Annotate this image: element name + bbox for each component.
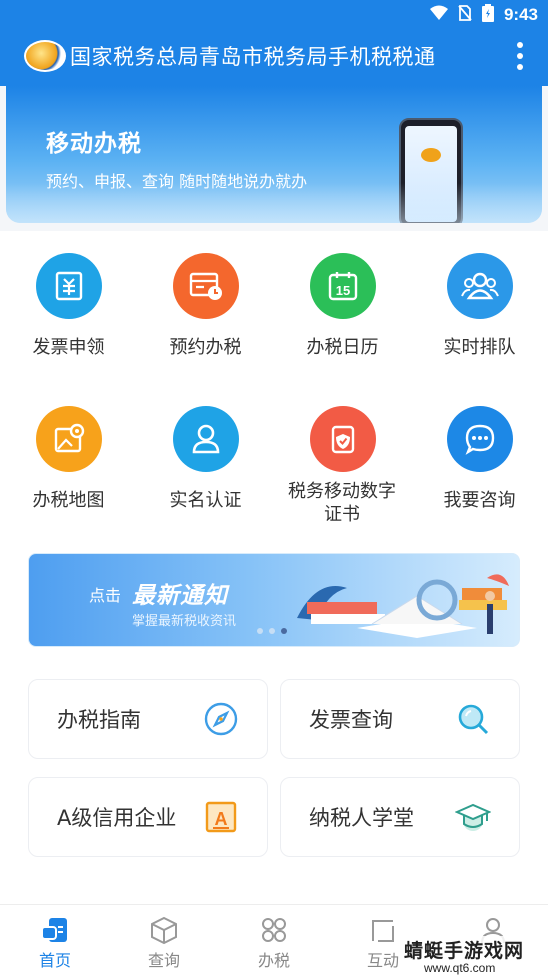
carousel-dot-active[interactable] — [281, 628, 287, 634]
carousel-dot[interactable] — [269, 628, 275, 634]
credit-a-icon: A — [203, 799, 239, 835]
grid-label: 我要咨询 — [443, 490, 516, 511]
more-vertical-icon[interactable] — [516, 42, 524, 70]
watermark: 蜻蜓手游戏网 www.qt6.com — [404, 936, 544, 975]
service-card-invoice-query[interactable]: 发票查询 — [280, 679, 520, 759]
watermark-line2: www.qt6.com — [424, 961, 496, 975]
news-banner[interactable]: 点击 最新通知 掌握最新税收资讯 — [28, 553, 520, 647]
banner-title: 移动办税 — [46, 131, 142, 157]
battery-icon — [481, 4, 494, 26]
tab-label: 查询 — [147, 951, 180, 970]
tab-label: 首页 — [38, 951, 71, 970]
svg-text:A: A — [215, 809, 228, 829]
clock: 9:43 — [503, 5, 538, 24]
hero-banner[interactable]: 移动办税 预约、申报、查询 随时随地说办就办 — [0, 86, 548, 231]
grid-item-consult[interactable]: 我要咨询 — [411, 406, 548, 512]
watermark-line1: 蜻蜓手游戏网 — [404, 940, 525, 962]
banner-subtitle: 预约、申报、查询 随时随地说办就办 — [46, 172, 308, 191]
grid-label: 办税地图 — [32, 490, 105, 511]
tab-home[interactable]: 首页 — [0, 905, 110, 976]
graduation-cap-icon — [455, 799, 491, 835]
books-illustration — [297, 574, 509, 638]
chat-icon — [446, 406, 513, 472]
home-icon — [40, 915, 70, 945]
grid-item-invoice-apply[interactable]: 发票申领 — [0, 253, 137, 359]
app-title: 国家税务总局青岛市税务局手机税税通 — [70, 45, 436, 69]
no-sim-icon — [458, 5, 472, 25]
grid-item-tax-calendar[interactable]: 15 办税日历 — [274, 253, 411, 359]
invoice-icon — [35, 253, 102, 319]
queue-icon — [446, 253, 513, 319]
banner-card[interactable]: 移动办税 预约、申报、查询 随时随地说办就办 — [6, 86, 542, 223]
service-card-tax-guide[interactable]: 办税指南 — [28, 679, 268, 759]
app-bar: 国家税务总局青岛市税务局手机税税通 — [0, 26, 548, 86]
carousel-indicator — [257, 628, 287, 634]
phone-illustration — [399, 118, 463, 223]
service-card-a-credit[interactable]: A级信用企业 A — [28, 777, 268, 857]
interaction-icon — [368, 915, 398, 945]
status-bar: 9:43 — [0, 0, 548, 26]
person-icon — [172, 406, 239, 472]
banner-news-subtitle: 掌握最新税收资讯 — [132, 614, 237, 629]
appointment-icon — [172, 253, 239, 319]
tab-label: 办税 — [257, 951, 290, 970]
certificate-shield-icon — [309, 406, 376, 472]
grid-item-appointment[interactable]: 预约办税 — [137, 253, 274, 359]
banner-news-title: 最新通知 — [132, 583, 228, 609]
tab-tax-service[interactable]: 办税 — [219, 905, 329, 976]
carousel-dot[interactable] — [257, 628, 263, 634]
service-label: A级信用企业 — [57, 806, 177, 830]
grid-item-live-queue[interactable]: 实时排队 — [411, 253, 548, 359]
banner-click-label: 点击 — [89, 586, 122, 605]
svg-text:15: 15 — [335, 283, 349, 298]
grid-label: 实时排队 — [443, 337, 516, 358]
grid-label: 预约办税 — [169, 337, 242, 358]
service-label: 发票查询 — [309, 708, 393, 732]
tab-query[interactable]: 查询 — [109, 905, 219, 976]
compass-icon — [203, 701, 239, 737]
grid-label: 发票申领 — [32, 337, 105, 358]
cube-icon — [149, 915, 179, 945]
app-logo — [24, 40, 66, 72]
grid-label: 税务移动数字证书 — [288, 481, 396, 525]
grid-label: 实名认证 — [169, 490, 242, 511]
grid-label: 办税日历 — [306, 337, 379, 358]
service-card-taxpayer-school[interactable]: 纳税人学堂 — [280, 777, 520, 857]
grid-item-digital-certificate[interactable]: 税务移动数字证书 — [274, 406, 411, 526]
calendar-icon: 15 — [309, 253, 376, 319]
service-label: 办税指南 — [57, 708, 141, 732]
service-label: 纳税人学堂 — [309, 806, 414, 830]
search-icon — [455, 701, 491, 737]
apps-grid-icon — [259, 915, 289, 945]
wifi-icon — [429, 5, 448, 25]
grid-item-tax-map[interactable]: 办税地图 — [0, 406, 137, 512]
map-icon — [35, 406, 102, 472]
grid-item-real-name-auth[interactable]: 实名认证 — [137, 406, 274, 512]
